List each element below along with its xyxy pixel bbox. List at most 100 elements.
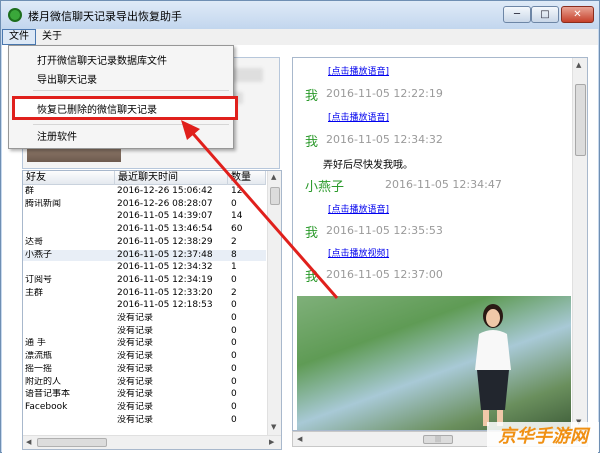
menu-item-register[interactable]: 注册软件 [37,128,77,143]
chat-record-panel[interactable]: [点击播放语音] 我 2016-11-05 12:22:19 [点击播放语音] 我 201… [292,57,588,431]
contact-name: 漂流瓶 [25,351,53,362]
contact-name: 群 [25,186,35,196]
contact-list-header: 好友 最近聊天时间 数量 [23,171,266,185]
contact-list[interactable]: 好友 最近聊天时间 数量 群 2016-12-26 15:06:42 12 腾讯新闻 2… [22,170,282,450]
contact-count: 0 [231,351,237,362]
contact-count: 8 [231,249,237,260]
contact-row[interactable]: 达哥 2016-11-05 12:38:29 2 [23,237,266,248]
contact-row[interactable]: 群 2016-12-26 15:06:42 12 [23,186,266,197]
contact-row[interactable]: 订阅号 2016-11-05 12:34:19 0 [23,275,266,286]
contact-row[interactable]: 腾讯新闻 2016-12-26 08:28:07 0 [23,199,266,210]
menu-file[interactable]: 文件 [2,29,36,45]
window-title: 楼月微信聊天记录导出恢复助手 [28,10,182,23]
contact-row[interactable]: 2016-11-05 14:39:07 14 [23,211,266,222]
column-header-last-chat-time[interactable]: 最近聊天时间 [115,171,228,185]
message-timestamp: 2016-11-05 12:35:53 [326,224,443,237]
contact-row[interactable]: 小燕子 2016-11-05 12:37:48 8 [23,249,266,261]
contact-row[interactable]: 语音记事本 没有记录 0 [23,389,266,400]
scrollbar-thumb[interactable] [575,84,586,156]
chat-vertical-scrollbar[interactable]: ▲ ▼ [572,58,587,430]
message-timestamp: 2016-11-05 12:34:32 [326,133,443,146]
message-sender: 我 [305,135,319,150]
contact-count: 0 [231,338,237,349]
scroll-left-arrow-icon[interactable]: ◀ [297,435,302,443]
contact-count: 0 [231,363,237,374]
contact-row[interactable]: 漂流瓶 没有记录 0 [23,351,266,362]
column-header-count[interactable]: 数量 [228,171,266,185]
contact-last-time: 2016-11-05 12:34:32 [117,262,213,273]
contact-row[interactable]: Facebook 没有记录 0 [23,402,266,413]
contact-row[interactable]: 没有记录 0 [23,313,266,324]
menu-item-open-database[interactable]: 打开微信聊天记录数据库文件 [37,52,167,67]
contact-name [23,415,115,426]
contact-row[interactable]: 没有记录 0 [23,326,266,337]
contact-count: 0 [231,401,237,412]
play-media-link[interactable]: [点击播放语音] [328,110,389,123]
scroll-up-arrow-icon[interactable]: ▲ [576,61,581,69]
contact-count: 0 [231,325,237,336]
contact-last-time: 没有记录 [117,376,154,387]
contact-count: 0 [231,376,237,387]
photo-person-figure [475,304,511,426]
contact-name: 摇一摇 [25,363,53,374]
scrollbar-thumb[interactable] [270,187,280,205]
contact-last-time: 没有记录 [117,351,154,362]
scroll-left-arrow-icon[interactable]: ◀ [26,438,31,446]
contact-count: 2 [231,287,237,298]
contact-count: 12 [231,186,243,196]
contact-last-time: 2016-11-05 13:46:54 [117,224,213,235]
contact-last-time: 没有记录 [117,313,154,323]
maximize-button[interactable]: □ [531,6,559,23]
contact-last-time: 没有记录 [117,363,154,374]
contact-list-vertical-scrollbar[interactable]: ▲ ▼ [267,171,281,435]
contact-row[interactable]: 2016-11-05 13:46:54 60 [23,224,266,235]
scrollbar-thumb[interactable]: ||| [423,435,453,444]
contact-count: 0 [231,274,237,285]
message-sender: 我 [305,226,319,241]
contact-last-time: 没有记录 [117,401,154,412]
contact-row[interactable]: 2016-11-05 12:18:53 0 [23,300,266,311]
scrollbar-thumb[interactable] [37,438,107,447]
contact-name: 主群 [25,287,44,298]
scroll-right-arrow-icon[interactable]: ▶ [269,438,274,446]
contact-row[interactable]: 通 手 没有记录 0 [23,338,266,349]
play-media-link[interactable]: [点击播放语音] [328,202,389,215]
contact-last-time: 没有记录 [117,325,154,336]
menu-item-export-records[interactable]: 导出聊天记录 [37,71,97,86]
minimize-button[interactable]: ─ [503,6,531,23]
play-media-link[interactable]: [点击播放语音] [328,64,389,77]
contact-row[interactable]: 没有记录 0 [23,415,266,426]
close-button[interactable]: ✕ [561,6,594,23]
menu-separator [33,124,229,125]
contact-name [23,224,115,235]
contact-name [23,211,115,222]
message-timestamp: 2016-11-05 12:34:47 [385,178,502,191]
contact-name: 小燕子 [25,249,53,260]
contact-count: 0 [231,198,237,209]
scroll-down-arrow-icon[interactable]: ▼ [271,423,276,431]
chat-image-photo[interactable] [297,296,571,430]
contact-name: 订阅号 [25,274,53,285]
contact-count: 60 [231,224,243,235]
contact-name: 附近的人 [25,376,62,387]
contact-count: 0 [231,389,237,400]
contact-row[interactable]: 主群 2016-11-05 12:33:20 2 [23,288,266,299]
app-logo-icon [8,8,22,22]
menu-about[interactable]: 关于 [36,29,68,45]
contact-row[interactable]: 附近的人 没有记录 0 [23,377,266,388]
contact-row[interactable]: 摇一摇 没有记录 0 [23,364,266,375]
main-window: 楼月微信聊天记录导出恢复助手 ─ □ ✕ 文件 关于 好友 最近聊天时间 数量 … [0,0,600,453]
message-sender: 我 [305,270,319,285]
contact-count: 14 [231,211,243,222]
contact-list-horizontal-scrollbar[interactable]: ◀ ▶ [23,435,281,449]
contact-last-time: 2016-11-05 12:18:53 [117,300,213,311]
contact-last-time: 没有记录 [117,338,154,349]
scroll-up-arrow-icon[interactable]: ▲ [271,173,276,181]
column-header-friend[interactable]: 好友 [23,171,115,185]
play-media-link[interactable]: [点击播放视频] [328,246,389,259]
contact-last-time: 2016-11-05 12:33:20 [117,287,213,298]
contact-name [23,326,115,337]
menu-item-recover-deleted[interactable]: 恢复已删除的微信聊天记录 [37,101,157,116]
contact-row[interactable]: 2016-11-05 12:34:32 1 [23,262,266,273]
contact-count: 2 [231,236,237,247]
